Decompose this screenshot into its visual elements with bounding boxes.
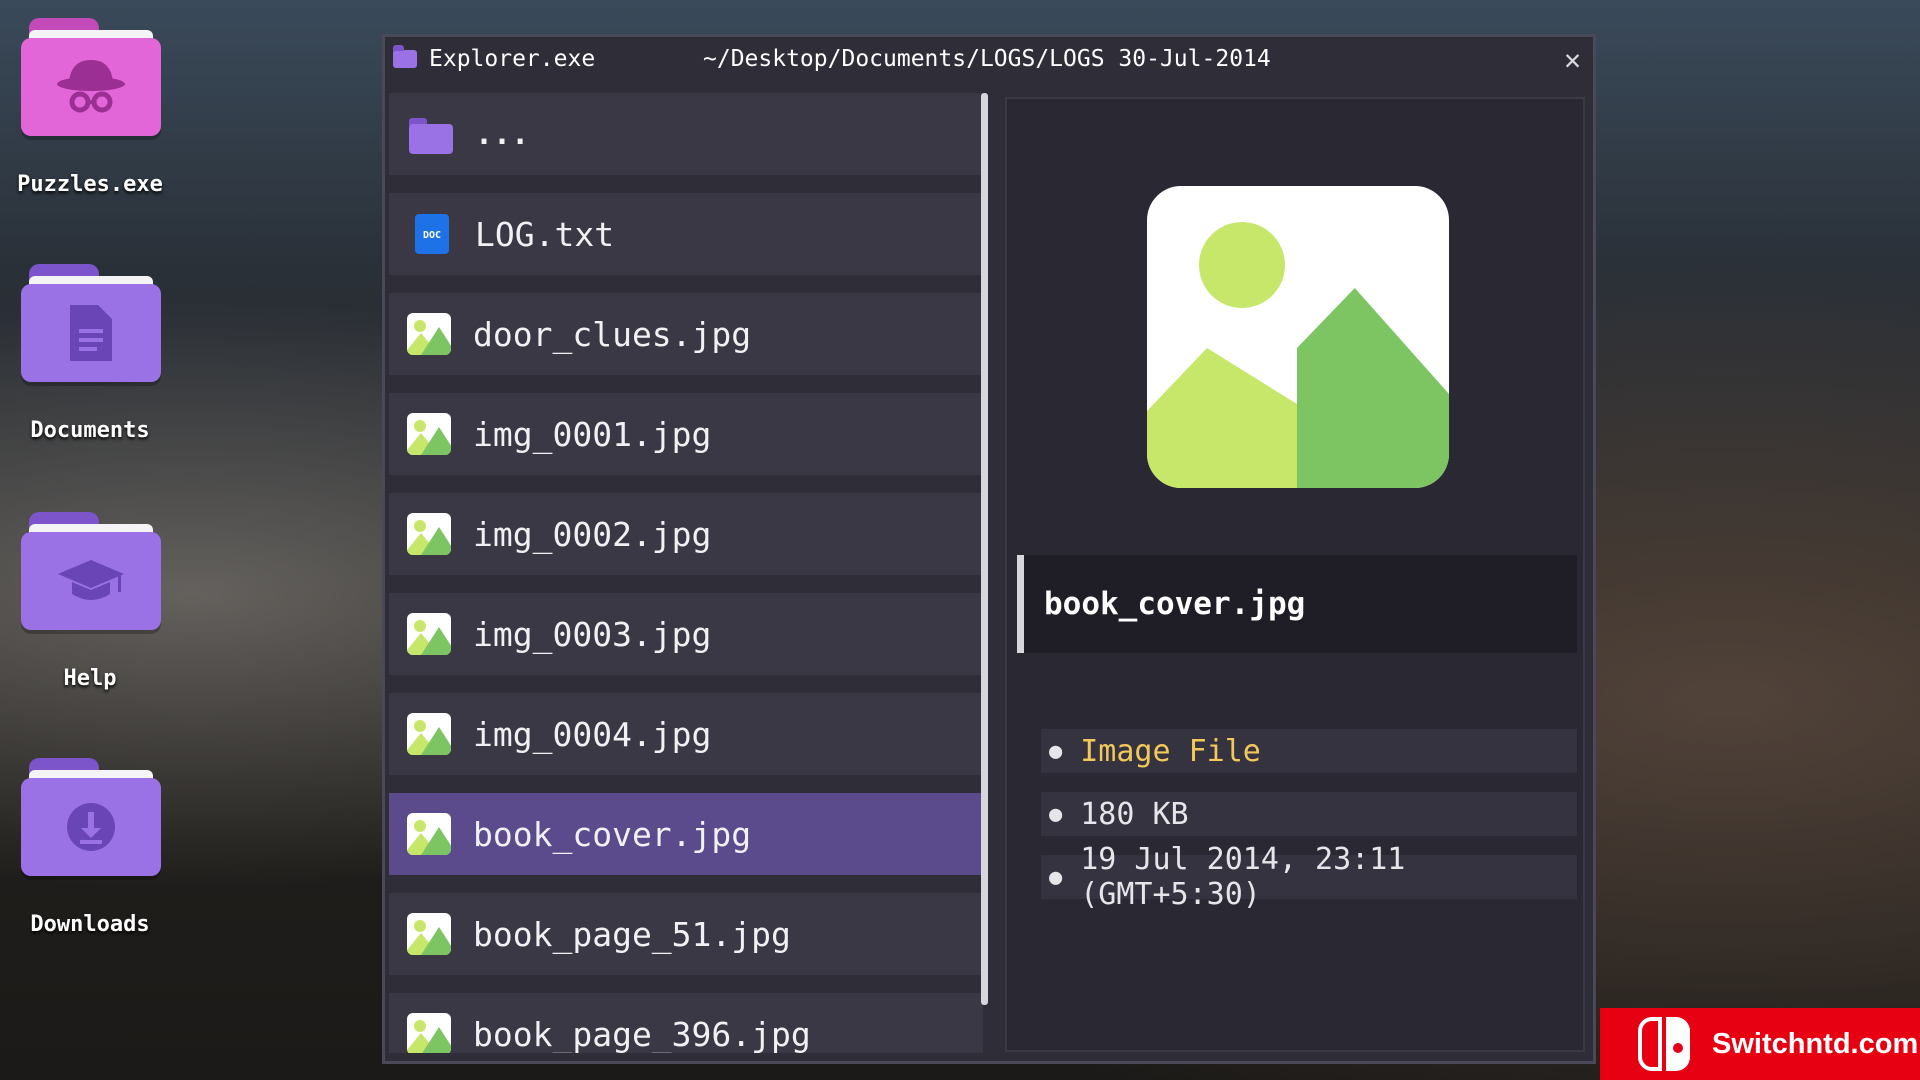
document-icon	[70, 305, 112, 361]
file-row-parent[interactable]: ...	[389, 93, 983, 175]
file-row[interactable]: img_0004.jpg	[389, 693, 983, 775]
image-file-icon	[407, 313, 451, 355]
image-file-icon	[407, 613, 451, 655]
file-name: img_0004.jpg	[473, 714, 712, 754]
file-name: img_0003.jpg	[473, 614, 712, 654]
desktop-icon-downloads[interactable]: Downloads	[0, 758, 180, 937]
image-preview-icon	[1147, 186, 1449, 488]
file-row[interactable]: book_page_396.jpg	[389, 993, 983, 1053]
preview-panel: book_cover.jpg ● Image File ● 180 KB ● 1…	[1005, 97, 1585, 1052]
desktop-icon-documents[interactable]: Documents	[0, 264, 180, 443]
folder-icon	[19, 264, 161, 382]
doc-badge: DOC	[415, 214, 449, 254]
desktop-icon-puzzles[interactable]: Puzzles.exe	[0, 18, 180, 197]
image-file-icon	[407, 1013, 451, 1053]
file-size-row: ● 180 KB	[1041, 792, 1577, 836]
file-type-row: ● Image File	[1041, 729, 1577, 773]
desktop-icon-label: Downloads	[30, 912, 150, 937]
desktop-icon-label: Documents	[30, 418, 150, 443]
watermark-text: Switchntd.com	[1712, 1027, 1919, 1060]
switch-logo-icon	[1638, 1017, 1698, 1071]
file-type: Image File	[1080, 733, 1261, 769]
file-row[interactable]: img_0002.jpg	[389, 493, 983, 575]
file-name: ...	[475, 116, 530, 152]
graduation-cap-icon	[58, 560, 124, 600]
file-row[interactable]: img_0001.jpg	[389, 393, 983, 475]
file-row[interactable]: DOC LOG.txt	[389, 193, 983, 275]
window-path: ~/Desktop/Documents/LOGS/LOGS 30-Jul-201…	[703, 46, 1271, 72]
desktop-icon-help[interactable]: Help	[0, 512, 180, 691]
spy-hat-icon	[57, 60, 125, 113]
file-row[interactable]: img_0003.jpg	[389, 593, 983, 675]
image-file-icon	[407, 713, 451, 755]
doc-file-icon: DOC	[407, 212, 453, 256]
scrollbar[interactable]	[981, 93, 988, 1005]
file-name: book_page_51.jpg	[473, 914, 791, 954]
desktop-icon-label: Help	[63, 666, 117, 691]
image-file-icon	[407, 513, 451, 555]
preview-file-name: book_cover.jpg	[1017, 555, 1577, 653]
file-name: book_page_396.jpg	[473, 1014, 811, 1054]
file-name: book_cover.jpg	[473, 814, 752, 854]
file-name: door_clues.jpg	[473, 314, 752, 354]
file-date-row: ● 19 Jul 2014, 23:11 (GMT+5:30)	[1041, 842, 1577, 912]
window-title: Explorer.exe	[429, 46, 596, 72]
file-name: img_0002.jpg	[473, 514, 712, 554]
folder-icon	[393, 45, 417, 68]
explorer-window: Explorer.exe ~/Desktop/Documents/LOGS/LO…	[382, 34, 1596, 1064]
desktop-icon-label: Puzzles.exe	[17, 172, 163, 197]
file-name: LOG.txt	[475, 214, 615, 254]
folder-icon	[407, 112, 453, 156]
title-bar[interactable]: Explorer.exe ~/Desktop/Documents/LOGS/LO…	[385, 37, 1593, 81]
watermark: Switchntd.com	[1600, 1008, 1920, 1080]
file-row[interactable]: book_page_51.jpg	[389, 893, 983, 975]
file-size: 180 KB	[1080, 796, 1189, 832]
folder-icon	[19, 512, 161, 630]
image-file-icon	[407, 413, 451, 455]
file-name: img_0001.jpg	[473, 414, 712, 454]
close-icon[interactable]: ✕	[1564, 43, 1581, 76]
image-file-icon	[407, 813, 451, 855]
folder-icon	[19, 18, 161, 136]
folder-icon	[19, 758, 161, 876]
file-row[interactable]: door_clues.jpg	[389, 293, 983, 375]
file-row-selected[interactable]: book_cover.jpg	[389, 793, 983, 875]
image-file-icon	[407, 913, 451, 955]
file-list: ... DOC LOG.txt door_clues.jpg img_0001.…	[389, 93, 983, 1053]
file-modified: 19 Jul 2014, 23:11 (GMT+5:30)	[1080, 842, 1406, 912]
download-icon	[67, 803, 115, 851]
